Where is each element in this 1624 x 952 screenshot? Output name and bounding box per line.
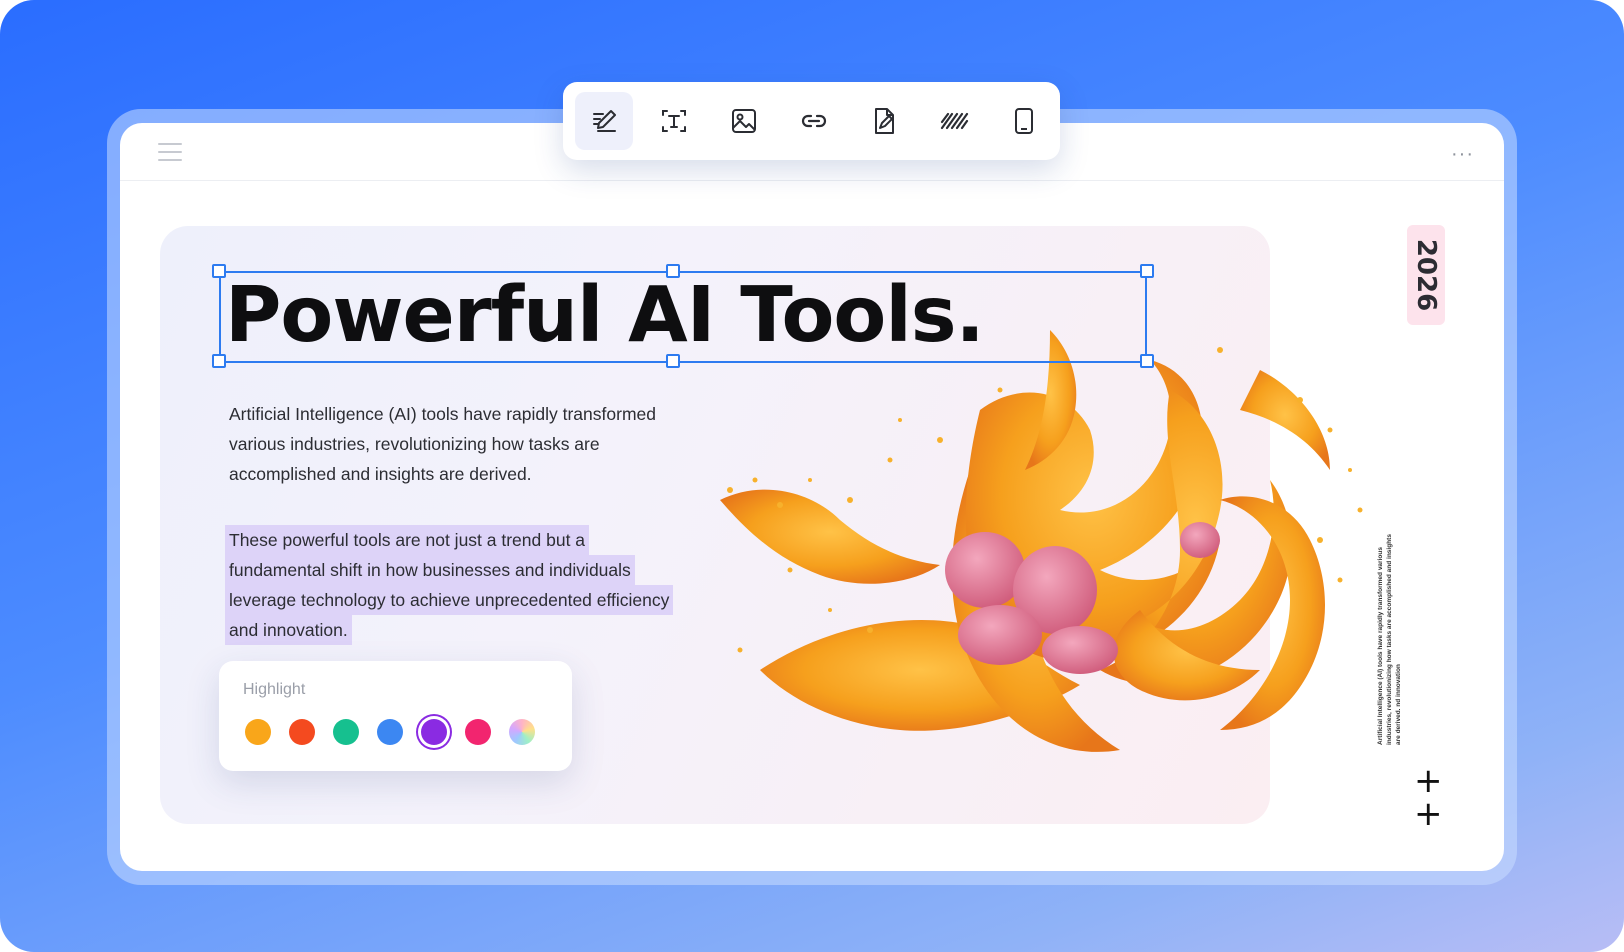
- highlighted-line: These powerful tools are not just a tren…: [225, 525, 590, 555]
- image-icon: [732, 109, 756, 133]
- vertical-side-note: Artificial Intelligence (AI) tools have …: [1376, 525, 1424, 745]
- highlight-panel-title: Highlight: [243, 681, 306, 698]
- swatch-blue[interactable]: [377, 719, 403, 745]
- side-note-text: Artificial Intelligence (AI) tools have …: [1377, 534, 1402, 745]
- highlighted-line: and innovation.: [225, 615, 352, 645]
- paragraph-line: accomplished and insights are derived.: [229, 464, 532, 484]
- coral-illustration: [720, 330, 1363, 752]
- swatch-green[interactable]: [333, 719, 359, 745]
- document-pen-icon: [875, 108, 894, 134]
- tool-link[interactable]: [785, 92, 843, 150]
- highlighted-line: leverage technology to achieve unprecede…: [225, 585, 674, 615]
- body-paragraph[interactable]: Artificial Intelligence (AI) tools have …: [229, 399, 709, 489]
- swatch-custom-color[interactable]: [509, 719, 535, 745]
- plus-icon[interactable]: +: [1414, 764, 1443, 798]
- swatch-purple[interactable]: [421, 719, 447, 745]
- tool-pattern[interactable]: [925, 92, 983, 150]
- swatch-red[interactable]: [289, 719, 315, 745]
- stripes-icon: [940, 112, 969, 130]
- swatch-orange[interactable]: [245, 719, 271, 745]
- year-label: 2026: [1411, 238, 1441, 312]
- headline-text[interactable]: Powerful AI Tools.: [225, 268, 1145, 364]
- highlight-color-panel: Highlight: [219, 661, 572, 771]
- highlighted-line: fundamental shift in how businesses and …: [225, 555, 635, 585]
- color-swatches: [245, 719, 535, 745]
- resize-handle-top-left[interactable]: [212, 264, 226, 278]
- tool-image[interactable]: [715, 92, 773, 150]
- year-badge: 2026: [1407, 225, 1445, 325]
- paragraph-line: Artificial Intelligence (AI) tools have …: [229, 404, 656, 424]
- paragraph-line: various industries, revolutionizing how …: [229, 434, 600, 454]
- link-icon: [801, 114, 827, 128]
- swatch-pink[interactable]: [465, 719, 491, 745]
- tablet-icon: [1015, 108, 1033, 134]
- tool-annotate[interactable]: [575, 92, 633, 150]
- text-box-icon: [662, 110, 686, 132]
- resize-handle-bottom-left[interactable]: [212, 354, 226, 368]
- plus-icon[interactable]: +: [1414, 797, 1443, 831]
- highlighted-paragraph[interactable]: These powerful tools are not just a tren…: [225, 525, 725, 645]
- tool-sign[interactable]: [855, 92, 913, 150]
- floating-toolbar: [563, 82, 1060, 160]
- pen-lines-icon: [593, 110, 616, 132]
- tool-page[interactable]: [995, 92, 1053, 150]
- menu-icon[interactable]: [158, 143, 182, 161]
- tool-text[interactable]: [645, 92, 703, 150]
- more-icon[interactable]: ···: [1451, 143, 1474, 166]
